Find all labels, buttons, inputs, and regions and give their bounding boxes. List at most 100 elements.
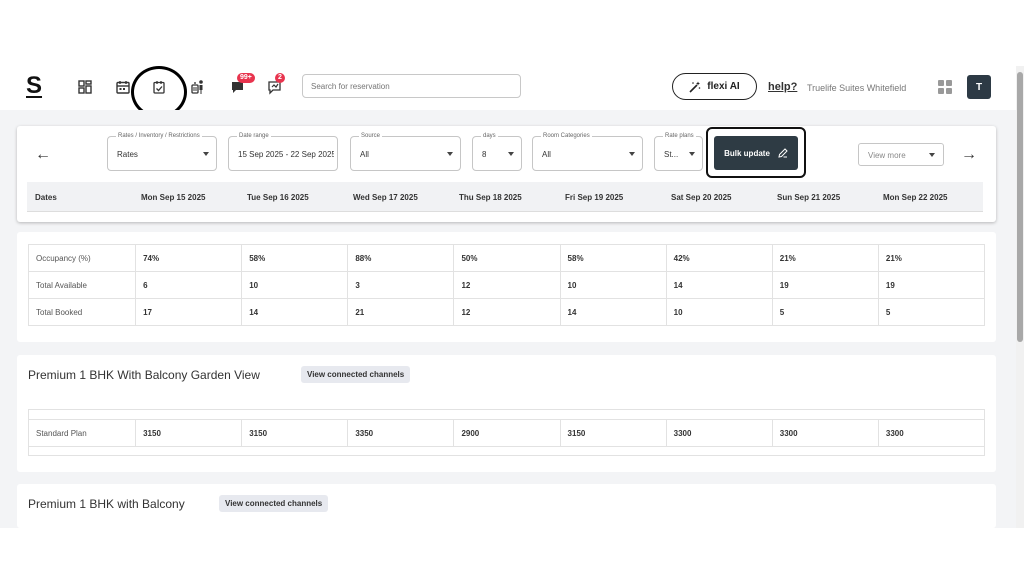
filter-card: ← Rates / Inventory / Restrictions Rates…	[17, 126, 996, 222]
rates-inventory-value: Rates	[117, 150, 138, 159]
table-cell: 58%	[241, 244, 349, 272]
apps-grid-icon[interactable]	[938, 80, 952, 94]
rates-inventory-label: Rates / Inventory / Restrictions	[116, 132, 202, 140]
table-cell: 10	[665, 298, 773, 326]
dates-header-label: Dates	[35, 192, 57, 202]
guest-luggage-icon[interactable]	[187, 76, 209, 98]
rate-cell[interactable]: 2900	[453, 419, 561, 447]
table-cell: 74%	[135, 244, 243, 272]
table-cell: 12	[453, 298, 561, 326]
table-cell: 14	[559, 298, 667, 326]
table-row: Standard Plan 3150 3150 3350 2900 3150 3…	[27, 419, 986, 447]
room-card: Premium 1 BHK with Balcony View connecte…	[17, 484, 996, 528]
table-cell: 10	[241, 271, 349, 299]
calendar-icon[interactable]	[112, 76, 134, 98]
property-name[interactable]: Truelife Suites Whitefield	[807, 83, 906, 93]
room-categories-select[interactable]: Room Categories All	[532, 132, 643, 171]
table-row: Total Available 6 10 3 12 10 14 19 19	[27, 271, 986, 299]
room-categories-label: Room Categories	[541, 132, 592, 140]
dates-header-row: Dates Mon Sep 15 2025 Tue Sep 16 2025 We…	[27, 182, 983, 212]
table-cell: 14	[665, 271, 773, 299]
flexi-ai-label: flexi AI	[707, 81, 740, 92]
room-title: Premium 1 BHK With Balcony Garden View	[28, 368, 260, 382]
table-row: Occupancy (%) 74% 58% 88% 50% 58% 42% 21…	[27, 244, 986, 272]
view-more-select[interactable]: View more	[858, 143, 944, 166]
date-header-cell: Mon Sep 15 2025	[141, 192, 206, 202]
next-arrow-icon[interactable]: →	[961, 147, 977, 163]
view-connected-channels-button[interactable]: View connected channels	[301, 366, 411, 383]
date-header-cell: Mon Sep 22 2025	[883, 192, 948, 202]
date-header-cell: Fri Sep 19 2025	[565, 192, 624, 202]
rate-plans-value: St...	[664, 150, 679, 159]
occupancy-table: Occupancy (%) 74% 58% 88% 50% 58% 42% 21…	[27, 244, 986, 326]
days-select[interactable]: days 8	[472, 132, 522, 171]
search-input[interactable]	[302, 74, 521, 98]
messages-badge: 2	[275, 73, 285, 83]
rate-cell[interactable]: 3150	[241, 419, 349, 447]
table-cell: 10	[559, 271, 667, 299]
help-link[interactable]: help?	[768, 81, 797, 93]
avatar[interactable]: T	[967, 75, 991, 99]
dashboard-icon[interactable]	[74, 76, 96, 98]
table-cell: 12	[453, 271, 561, 299]
rate-cell[interactable]: 3300	[771, 419, 879, 447]
bulk-update-button[interactable]: Bulk update	[714, 136, 798, 170]
table-cell: 6	[135, 271, 243, 299]
occupancy-card: Occupancy (%) 74% 58% 88% 50% 58% 42% 21…	[17, 232, 996, 342]
table-cell: 21%	[771, 244, 879, 272]
pencil-icon	[778, 148, 788, 158]
chat-icon[interactable]: 99+	[227, 73, 255, 98]
date-header-cell: Tue Sep 16 2025	[247, 192, 309, 202]
rate-cell[interactable]: 3350	[347, 419, 455, 447]
table-cell: 19	[771, 271, 879, 299]
table-cell: 19	[877, 271, 986, 299]
scrollbar-thumb[interactable]	[1017, 72, 1023, 342]
rate-calendar-check-icon[interactable]	[148, 76, 170, 98]
room-categories-value: All	[542, 150, 551, 159]
flexi-ai-button[interactable]: flexi AI	[672, 73, 757, 100]
rate-plan-label: Standard Plan	[27, 419, 137, 447]
table-cell: 3	[347, 271, 455, 299]
table-cell: 21	[347, 298, 455, 326]
table-cell: 14	[241, 298, 349, 326]
chevron-down-icon	[929, 153, 935, 157]
row-label: Total Booked	[27, 298, 137, 326]
rate-cell[interactable]: 3150	[559, 419, 667, 447]
table-cell: 5	[877, 298, 986, 326]
rate-table-footer	[28, 446, 985, 456]
row-label: Occupancy (%)	[27, 244, 137, 272]
table-cell: 21%	[877, 244, 986, 272]
rate-table-header	[28, 409, 985, 419]
chevron-down-icon	[447, 152, 453, 156]
previous-arrow-icon[interactable]: ←	[35, 147, 51, 163]
days-value: 8	[482, 150, 487, 159]
date-range-value: 15 Sep 2025 - 22 Sep 2025	[238, 150, 334, 159]
chevron-down-icon	[689, 152, 695, 156]
date-header-cell: Thu Sep 18 2025	[459, 192, 522, 202]
messages-icon[interactable]: 2	[264, 73, 286, 98]
date-range-label: Date range	[237, 132, 271, 140]
room-card: Premium 1 BHK With Balcony Garden View V…	[17, 355, 996, 472]
rate-cell[interactable]: 3150	[135, 419, 243, 447]
chevron-down-icon	[629, 152, 635, 156]
bulk-update-label: Bulk update	[724, 148, 770, 158]
chat-badge: 99+	[237, 73, 255, 83]
days-label: days	[481, 132, 498, 140]
logo[interactable]: S	[26, 74, 42, 98]
date-header-cell: Sat Sep 20 2025	[671, 192, 732, 202]
table-cell: 42%	[665, 244, 773, 272]
table-cell: 17	[135, 298, 243, 326]
rate-table: Standard Plan 3150 3150 3350 2900 3150 3…	[27, 419, 986, 447]
rate-cell[interactable]: 3300	[665, 419, 773, 447]
table-cell: 58%	[559, 244, 667, 272]
view-connected-channels-button[interactable]: View connected channels	[219, 495, 329, 512]
table-cell: 88%	[347, 244, 455, 272]
rates-inventory-select[interactable]: Rates / Inventory / Restrictions Rates	[107, 132, 217, 171]
chevron-down-icon	[508, 152, 514, 156]
rate-cell[interactable]: 3300	[877, 419, 986, 447]
source-select[interactable]: Source All	[350, 132, 461, 171]
source-label: Source	[359, 132, 383, 140]
rate-plans-select[interactable]: Rate plans St...	[654, 132, 703, 171]
date-range-field[interactable]: Date range 15 Sep 2025 - 22 Sep 2025	[228, 132, 338, 171]
room-title: Premium 1 BHK with Balcony	[28, 497, 185, 511]
